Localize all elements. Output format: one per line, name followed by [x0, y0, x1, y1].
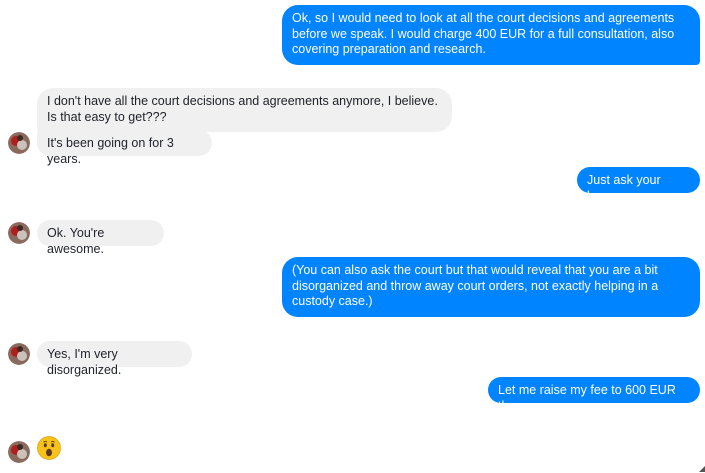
contact-avatar[interactable]	[8, 132, 30, 154]
message-bubble-incoming[interactable]: It's been going on for 3 years.	[37, 130, 212, 166]
message-bubble-incoming[interactable]: Ok. You're awesome.	[37, 220, 164, 256]
contact-avatar[interactable]	[8, 343, 30, 365]
message-bubble-outgoing[interactable]: Ok, so I would need to look at all the c…	[282, 5, 700, 65]
message-bubble-incoming[interactable]: Yes, I'm very disorganized.	[37, 341, 192, 377]
message-bubble-incoming[interactable]: I don't have all the court decisions and…	[37, 88, 452, 132]
surprised-face-emoji[interactable]	[37, 436, 61, 460]
message-bubble-outgoing[interactable]: Just ask your lawyer.	[577, 167, 700, 203]
contact-avatar[interactable]	[8, 441, 30, 463]
message-bubble-outgoing[interactable]: (You can also ask the court but that wou…	[282, 257, 700, 317]
contact-avatar[interactable]	[8, 222, 30, 244]
chat-thread: Ok, so I would need to look at all the c…	[0, 0, 705, 473]
resize-handle-icon[interactable]	[699, 459, 705, 472]
message-bubble-outgoing[interactable]: Let me raise my fee to 600 EUR then.	[488, 377, 700, 413]
